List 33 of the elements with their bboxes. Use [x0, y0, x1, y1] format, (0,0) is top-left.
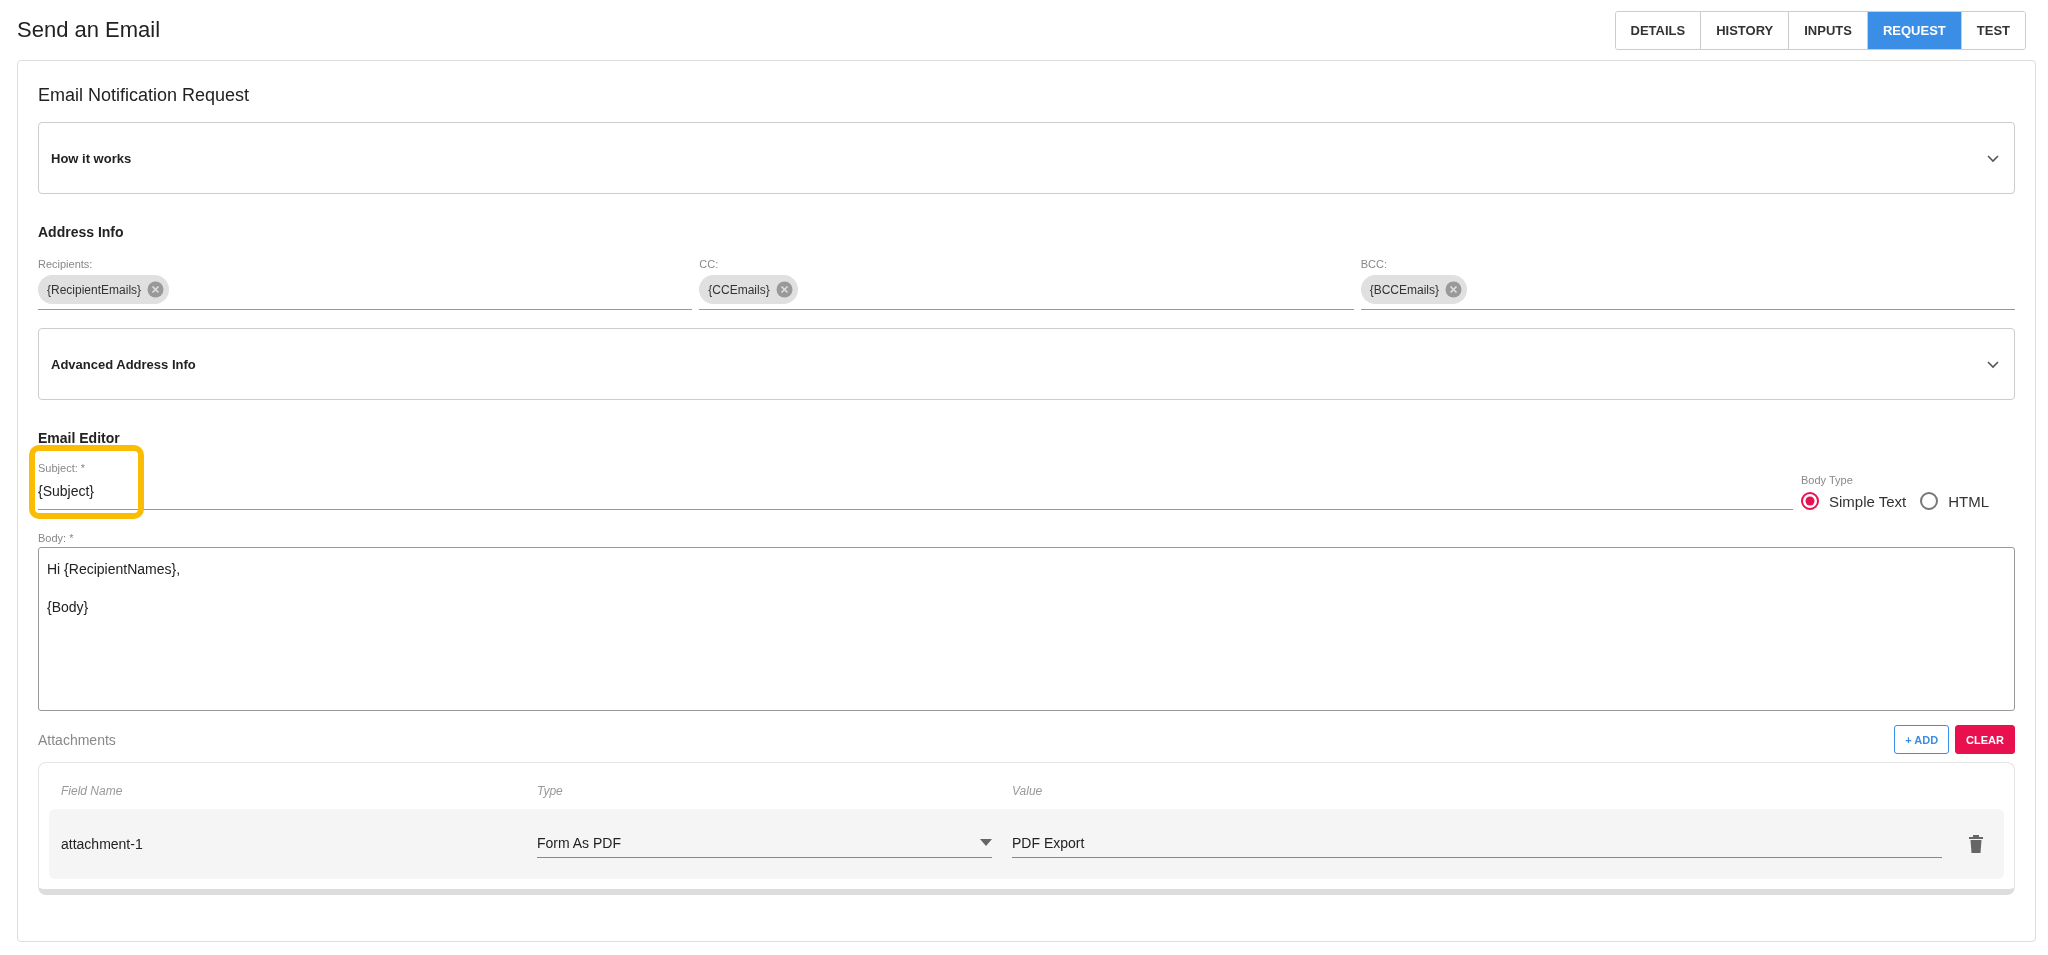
subject-field[interactable]: {Subject}: [38, 477, 1793, 510]
expansion-panel[interactable]: Advanced Address Info: [38, 328, 2015, 400]
field-label: Body Type: [1801, 474, 1854, 486]
chip-label: {CCEmails}: [708, 282, 770, 297]
field-label: Body: *: [38, 532, 75, 544]
section-heading: Email Editor: [38, 430, 121, 446]
radio-option[interactable]: Simple Text: [1801, 492, 1907, 510]
table-cell-text: attachment-1: [61, 836, 144, 852]
radio-option[interactable]: HTML: [1920, 492, 1990, 510]
tab[interactable]: DETAILS: [1615, 11, 1702, 49]
column-header: Type: [537, 784, 564, 798]
card-title: Email Notification Request: [38, 85, 251, 106]
chip-label: {RecipientEmails}: [47, 282, 142, 297]
body-field[interactable]: Hi {RecipientNames}, {Body}: [38, 547, 2015, 711]
chip-label: {BCCEmails}: [1369, 282, 1439, 297]
value-field[interactable]: PDF Export: [1012, 830, 1942, 858]
clear-button[interactable]: CLEAR: [1955, 725, 2015, 754]
expansion-panel[interactable]: How it works: [38, 122, 2015, 194]
column-header: Value: [1012, 784, 1044, 798]
caret-icon: [980, 839, 992, 846]
chip-input-field[interactable]: {CCEmails}: [699, 273, 1354, 310]
section-heading: Address Info: [38, 224, 125, 240]
chip-input-field[interactable]: {RecipientEmails}: [38, 273, 693, 310]
section-heading: Attachments: [38, 731, 116, 748]
trash-icon[interactable]: [1968, 834, 1984, 854]
page-title: Send an Email: [17, 17, 161, 43]
field-label: BCC:: [1360, 258, 1388, 270]
type-dropdown[interactable]: Form As PDF: [537, 830, 992, 858]
field-label: CC:: [699, 258, 720, 270]
column-header: Field Name: [61, 784, 124, 798]
field-label: Recipients:: [38, 258, 94, 270]
field-label: Subject: *: [38, 462, 87, 474]
chip-input-field[interactable]: {BCCEmails}: [1360, 273, 2015, 310]
